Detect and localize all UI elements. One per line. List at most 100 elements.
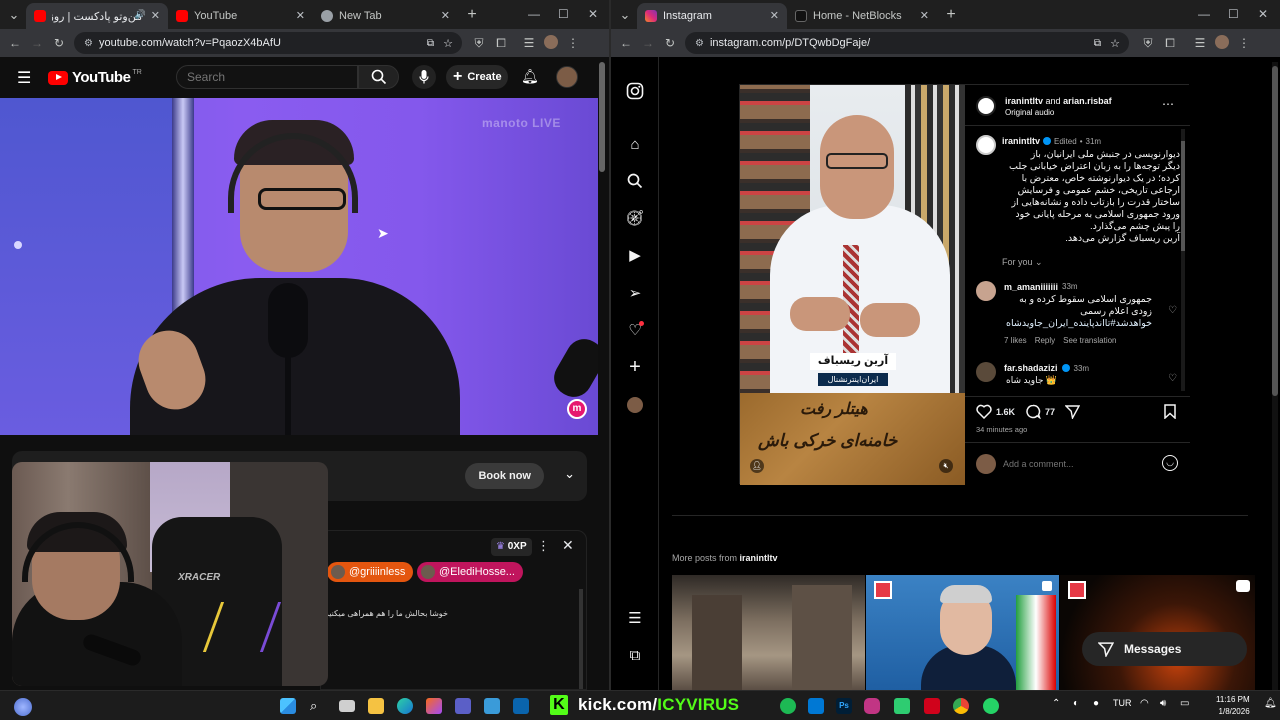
book-now-button[interactable]: Book now [465, 463, 544, 489]
red-app-icon[interactable] [924, 698, 940, 714]
photos-icon[interactable] [484, 698, 500, 714]
also-from-meta-icon[interactable]: ⧉ [625, 645, 645, 665]
site-info-icon[interactable]: ⚙ [84, 38, 93, 49]
more-options-icon[interactable]: ⋯ [1162, 97, 1174, 111]
commenter-avatar[interactable] [976, 362, 996, 382]
profile-avatar[interactable] [1211, 34, 1233, 52]
search-input[interactable] [176, 65, 358, 89]
close-tab-icon[interactable]: ✕ [296, 9, 305, 22]
comment-bubble-icon[interactable] [1025, 404, 1041, 419]
author-username[interactable]: iranintltv [1005, 96, 1043, 106]
tray-app-icon[interactable]: ◐ [1073, 698, 1079, 709]
comments-scroll-track[interactable] [1181, 129, 1185, 391]
voice-search-button[interactable] [412, 65, 436, 89]
create-button[interactable]: + Create [446, 65, 508, 89]
edge-icon[interactable] [397, 698, 413, 714]
store-icon[interactable] [513, 698, 529, 714]
extensions-icon[interactable]: ⧠ [490, 36, 512, 51]
chat-menu-icon[interactable]: ⋮ [537, 538, 550, 554]
minimize-button[interactable]: — [528, 7, 540, 21]
close-window-button[interactable]: ✕ [1258, 7, 1268, 21]
widgets-icon[interactable] [14, 698, 32, 716]
chevron-down-icon[interactable]: ⌄ [564, 466, 575, 482]
profile-avatar[interactable] [625, 395, 645, 415]
comments-count[interactable]: 77 [1045, 407, 1055, 417]
volume-icon[interactable]: 🔊︎ [1160, 698, 1166, 709]
search-icon[interactable]: ⌕ [310, 698, 326, 714]
chat-user-chip[interactable]: @griiiinless [327, 562, 414, 582]
notifications-heart-icon[interactable]: ♡ [625, 320, 645, 340]
explore-compass-icon[interactable]: 🧭︎ [625, 208, 645, 228]
tab-list-icon[interactable]: ☰ [1189, 36, 1211, 50]
reload-icon[interactable]: ↻ [659, 36, 681, 50]
new-tab-button[interactable]: + [458, 2, 486, 28]
speaker-icon[interactable]: 🔊 [135, 9, 146, 20]
like-comment-icon[interactable]: ♡ [1168, 373, 1177, 384]
comment-likes[interactable]: 7 likes [1004, 336, 1027, 345]
notifications-bell-icon[interactable]: 🔔︎ [521, 68, 539, 85]
direct-messages-icon[interactable]: ➢ [625, 283, 645, 303]
vscode-icon[interactable] [808, 698, 824, 714]
green-app-icon[interactable] [894, 698, 910, 714]
chat-close-icon[interactable]: ✕ [562, 537, 574, 554]
wifi-icon[interactable]: ◠ [1140, 698, 1149, 709]
tab-manoto[interactable]: من‌وتو پادکست | روز دوار 🔊 ✕ [26, 3, 168, 29]
maximize-button[interactable]: ☐ [1228, 7, 1239, 21]
start-button-icon[interactable] [280, 698, 296, 714]
language-indicator[interactable]: TUR [1113, 698, 1132, 708]
search-icon[interactable] [625, 171, 645, 191]
likes-count[interactable]: 1.6K [996, 407, 1015, 417]
back-icon[interactable]: ← [615, 36, 637, 50]
audio-label[interactable]: Original audio [1005, 108, 1054, 117]
like-comment-icon[interactable]: ♡ [1168, 305, 1177, 316]
tab-new-tab[interactable]: New Tab ✕ [313, 3, 458, 29]
minimize-button[interactable]: — [1198, 7, 1210, 21]
close-tab-icon[interactable]: ✕ [920, 9, 929, 22]
teams-icon[interactable] [455, 698, 471, 714]
comments-scroll-thumb[interactable] [1181, 141, 1185, 251]
home-icon[interactable]: ⌂ [625, 134, 645, 154]
reload-icon[interactable]: ↻ [48, 36, 70, 50]
shield-extension-icon[interactable]: ⛨ [468, 36, 490, 51]
notification-bell-icon[interactable]: 🔔︎ [1264, 698, 1277, 709]
save-bookmark-icon[interactable] [1164, 404, 1176, 419]
task-view-icon[interactable] [339, 700, 355, 712]
more-post-thumbnail[interactable] [672, 575, 865, 690]
tagged-user-icon[interactable]: 👤︎ [750, 459, 764, 473]
page-scroll-track[interactable] [1272, 62, 1278, 690]
close-tab-icon[interactable]: ✕ [770, 9, 779, 22]
tray-overflow-icon[interactable]: ⌃ [1052, 698, 1060, 709]
caption-avatar[interactable] [976, 135, 996, 155]
mute-icon[interactable]: 🔇︎ [939, 459, 953, 473]
tray-app-icon[interactable]: ● [1093, 698, 1099, 709]
forward-icon[interactable]: → [26, 36, 48, 50]
youtube-logo[interactable]: YouTube TR [48, 69, 142, 86]
file-explorer-icon[interactable] [368, 698, 384, 714]
back-icon[interactable]: ← [4, 36, 26, 50]
address-bar[interactable]: ⚙ instagram.com/p/DTQwbDgFaje/ ⧉ ☆ [685, 32, 1129, 54]
close-tab-icon[interactable]: ✕ [151, 9, 160, 22]
add-comment-input[interactable] [1003, 457, 1153, 471]
photoshop-icon[interactable]: Ps [836, 698, 852, 714]
caption-username[interactable]: iranintltv [1002, 136, 1040, 146]
spotify-icon[interactable] [780, 698, 796, 714]
page-scrollbar[interactable] [599, 62, 605, 172]
address-bar[interactable]: ⚙ youtube.com/watch?v=PqaozX4bAfU ⧉ ☆ [74, 32, 462, 54]
menu-kebab-icon[interactable]: ⋮ [1233, 36, 1255, 50]
post-media[interactable]: آرین ریسباف ایران‌اینترنشنال هیتلر رفت خ… [740, 85, 965, 485]
maximize-button[interactable]: ☐ [558, 7, 569, 21]
commenter-avatar[interactable] [976, 281, 996, 301]
more-menu-icon[interactable]: ☰ [625, 608, 645, 628]
comment-hashtag[interactable]: خواهدشد#تااندپاینده_ایران_جاویدشاه [1000, 318, 1152, 330]
account-avatar[interactable] [556, 66, 578, 88]
copilot-icon[interactable] [426, 698, 442, 714]
bookmark-star-icon[interactable]: ☆ [443, 37, 453, 50]
tab-search-button[interactable]: ⌄ [613, 2, 637, 28]
more-post-thumbnail[interactable] [866, 575, 1059, 690]
tab-netblocks[interactable]: Home - NetBlocks ✕ [787, 3, 937, 29]
reels-icon[interactable]: ▶ [625, 245, 645, 265]
chrome-icon[interactable] [953, 698, 969, 714]
like-heart-icon[interactable] [976, 404, 992, 419]
clock[interactable]: 11:16 PM 1/8/2026 [1216, 694, 1250, 718]
chat-scrollbar[interactable] [579, 589, 583, 689]
